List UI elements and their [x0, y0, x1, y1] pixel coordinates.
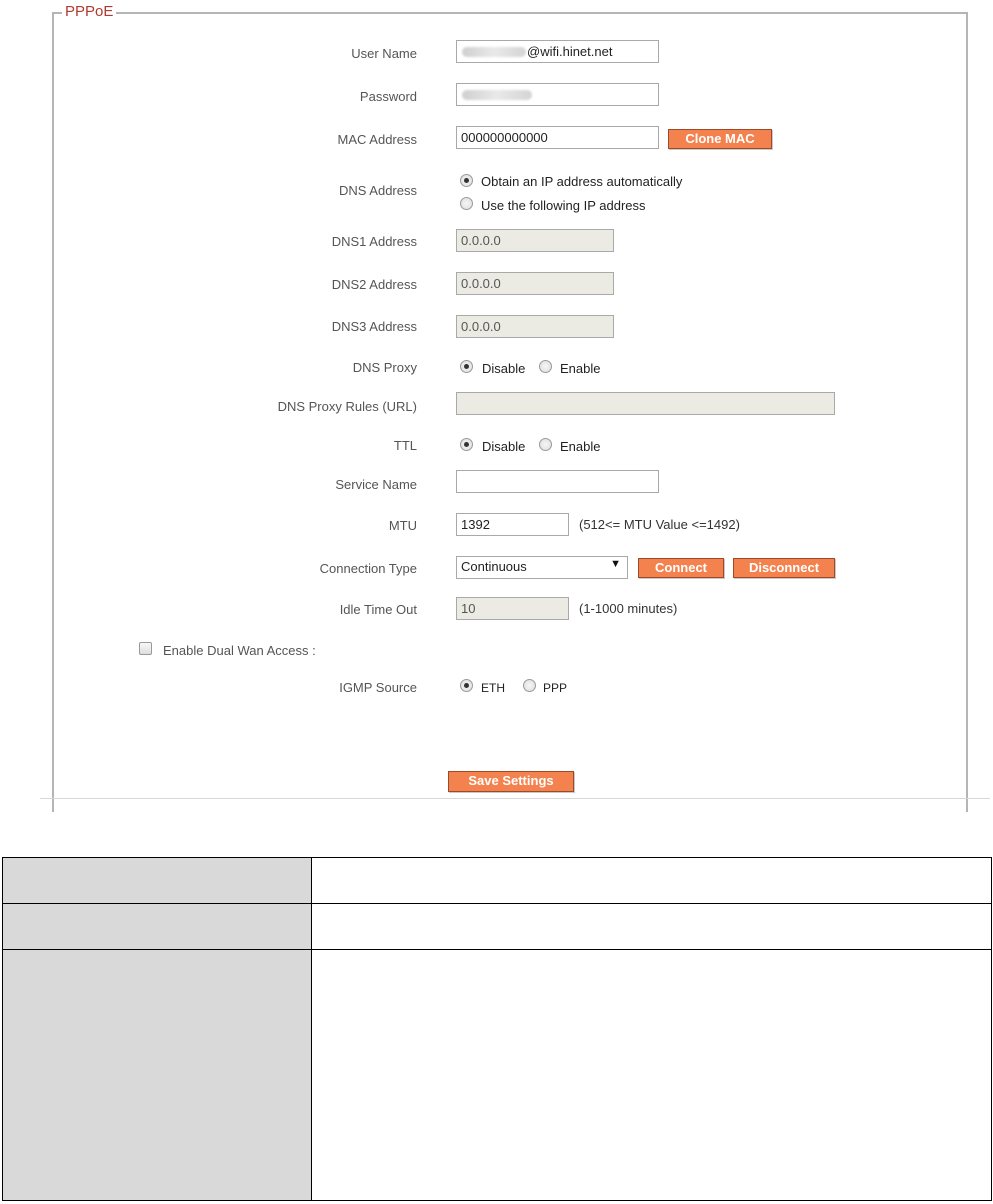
table-key-cell [2, 857, 312, 904]
dns3-address-label: DNS3 Address [331, 319, 417, 334]
save-settings-button[interactable]: Save Settings [448, 771, 574, 792]
ttl-disable-label: Disable [482, 439, 526, 454]
service-name-input[interactable] [456, 470, 659, 493]
dns-proxy-disable-label: Disable [482, 361, 526, 376]
dns-proxy-disable-radio[interactable] [460, 360, 473, 373]
dns-proxy-rules-label: DNS Proxy Rules (URL) [277, 399, 417, 414]
mtu-hint: (512<= MTU Value <=1492) [579, 517, 740, 532]
ttl-enable-radio[interactable] [539, 438, 552, 451]
mtu-label: MTU [388, 518, 417, 533]
user-name-input[interactable]: @wifi.hinet.net [456, 40, 659, 63]
table-key-cell [2, 949, 312, 1201]
connection-type-value: Continuous [461, 559, 527, 574]
user-name-visible-text: @wifi.hinet.net [527, 44, 613, 59]
dns1-address-label: DNS1 Address [331, 234, 417, 249]
table-value-cell [311, 949, 992, 1201]
igmp-ppp-label: PPP [543, 681, 568, 695]
igmp-eth-radio[interactable] [460, 679, 473, 692]
mac-address-input[interactable] [456, 126, 659, 149]
dns-proxy-label: DNS Proxy [352, 360, 417, 375]
dns-auto-radio[interactable] [460, 174, 473, 187]
disconnect-button[interactable]: Disconnect [733, 558, 835, 578]
password-label: Password [359, 89, 417, 104]
dns-proxy-enable-radio[interactable] [539, 360, 552, 373]
redacted-password-blur [462, 90, 532, 100]
idle-timeout-hint: (1-1000 minutes) [579, 601, 678, 616]
user-name-label: User Name [351, 46, 417, 61]
dns-address-label: DNS Address [338, 183, 417, 198]
table-value-cell [311, 857, 992, 904]
mtu-input[interactable] [456, 513, 569, 536]
description-table [2, 857, 992, 1201]
fieldset-legend: PPPoE [62, 3, 117, 21]
clone-mac-button[interactable]: Clone MAC [668, 129, 772, 149]
connection-type-label: Connection Type [319, 561, 417, 576]
fieldset-bottom-rule [40, 798, 990, 799]
dns2-address-label: DNS2 Address [331, 277, 417, 292]
ttl-label: TTL [393, 438, 417, 453]
table-value-cell [311, 903, 992, 950]
password-input[interactable] [456, 83, 659, 106]
redacted-username-blur [462, 47, 526, 57]
dropdown-arrow-icon: ▼ [610, 558, 621, 570]
service-name-label: Service Name [335, 477, 417, 492]
connect-button[interactable]: Connect [638, 558, 724, 578]
dns-proxy-rules-input[interactable] [456, 392, 835, 415]
dns1-address-input[interactable] [456, 229, 614, 252]
dns-auto-label: Obtain an IP address automatically [481, 174, 683, 189]
table-row [2, 949, 992, 1201]
mac-address-label: MAC Address [337, 132, 417, 147]
dual-wan-label: Enable Dual Wan Access : [163, 643, 316, 658]
dns2-address-input[interactable] [456, 272, 614, 295]
dns3-address-input[interactable] [456, 315, 614, 338]
dual-wan-checkbox[interactable] [139, 642, 152, 655]
idle-timeout-label: Idle Time Out [339, 602, 417, 617]
igmp-source-label: IGMP Source [339, 680, 417, 695]
dns-manual-radio[interactable] [460, 197, 473, 210]
ttl-disable-radio[interactable] [460, 438, 473, 451]
dns-manual-label: Use the following IP address [481, 198, 646, 213]
idle-timeout-input[interactable] [456, 597, 569, 620]
igmp-ppp-radio[interactable] [523, 679, 536, 692]
connection-type-select[interactable]: Continuous ▼ [456, 556, 628, 579]
ttl-enable-label: Enable [560, 439, 601, 454]
table-row [2, 857, 992, 904]
dns-proxy-enable-label: Enable [560, 361, 601, 376]
table-key-cell [2, 903, 312, 950]
igmp-eth-label: ETH [481, 681, 505, 695]
table-row [2, 903, 992, 950]
